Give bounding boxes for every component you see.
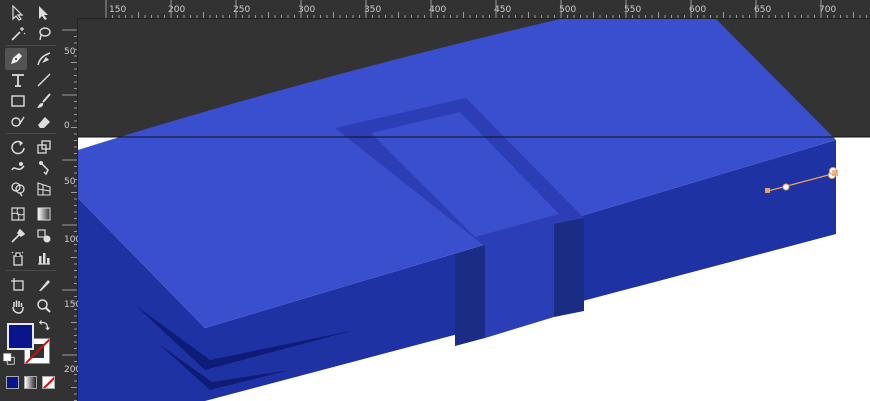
perspective-grid-tool-icon[interactable] [33,178,55,200]
vertical-ruler: 50 0 50 100 150 200 [62,18,81,401]
artwork[interactable] [78,19,870,401]
swap-fill-stroke-icon[interactable] [38,318,52,332]
pen-tool-icon[interactable] [5,48,27,70]
book-band-front-left[interactable] [455,245,485,346]
warp-tool-icon[interactable] [7,157,29,179]
column-graph-tool-icon[interactable] [33,247,55,269]
horizontal-ruler: 150 200 250 300 350 400 450 500 550 600 … [62,0,870,19]
eyedropper-tool-icon[interactable] [7,225,29,247]
fill-color-swatch[interactable] [7,323,34,350]
selection-tool-icon[interactable] [7,2,29,24]
book-band-front-right[interactable] [554,218,584,317]
rotate-tool-icon[interactable] [7,136,29,158]
none-mode-button[interactable] [42,376,55,389]
slice-tool-icon[interactable] [33,274,55,296]
symbol-sprayer-tool-icon[interactable] [7,247,29,269]
magic-wand-tool-icon[interactable] [7,23,29,45]
blend-tool-icon[interactable] [33,225,55,247]
zoom-tool-icon[interactable] [33,295,55,317]
type-tool-icon[interactable] [7,69,29,91]
ruler-ticks [105,0,867,18]
toolbar-divider [6,45,56,46]
mesh-tool-icon[interactable] [7,203,29,225]
toolbar-divider [6,133,56,134]
curvature-tool-icon[interactable] [33,48,55,70]
shape-builder-tool-icon[interactable] [7,178,29,200]
document-canvas[interactable] [78,19,870,401]
lasso-tool-icon[interactable] [33,23,55,45]
gradient-tool-icon[interactable] [33,203,55,225]
line-segment-tool-icon[interactable] [33,69,55,91]
gradient-mode-button[interactable] [24,376,37,389]
color-mode-button[interactable] [6,376,19,389]
rectangle-tool-icon[interactable] [7,90,29,112]
eraser-tool-icon[interactable] [33,111,55,133]
ruler-ticks [62,29,77,401]
default-fill-stroke-icon[interactable] [2,352,16,366]
toolbar-divider [6,270,56,271]
direct-selection-tool-icon[interactable] [33,2,55,24]
scale-tool-icon[interactable] [33,136,55,158]
shaper-tool-icon[interactable] [7,111,29,133]
puppet-warp-tool-icon[interactable] [33,157,55,179]
hand-tool-icon[interactable] [7,295,29,317]
paintbrush-tool-icon[interactable] [33,90,55,112]
artboard-tool-icon[interactable] [7,274,29,296]
tools-panel [0,0,63,401]
